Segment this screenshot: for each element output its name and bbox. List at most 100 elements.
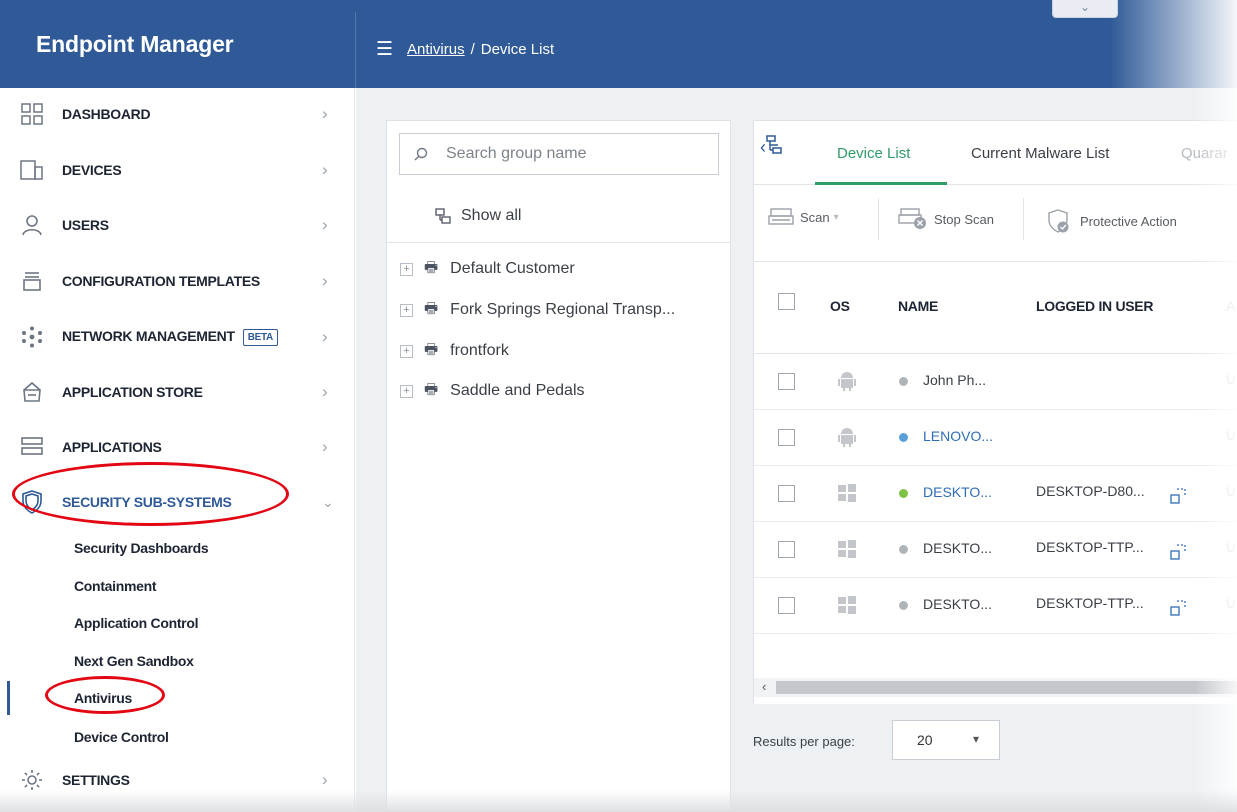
row-checkbox[interactable] <box>778 597 795 614</box>
status-dot <box>899 433 908 442</box>
divider <box>878 198 879 240</box>
device-name: DESKTO... <box>923 596 992 612</box>
tab-device-list[interactable]: Device List <box>837 145 910 162</box>
sidebar-subitem-security-dashboards[interactable]: Security Dashboards <box>74 540 209 556</box>
expand-icon[interactable]: + <box>400 344 413 358</box>
device-name-link[interactable]: DESKTO... <box>923 484 992 500</box>
chevron-down-icon: ⌄ <box>322 493 334 510</box>
row-checkbox[interactable] <box>778 485 795 502</box>
group-search-box <box>399 133 719 175</box>
tab-quarantine[interactable]: Quarar <box>1181 145 1228 162</box>
sidebar-item-network-management[interactable]: NETWORK MANAGEMENT BETA › <box>0 317 355 357</box>
table-row[interactable]: DESKTO... DESKTOP-TTP... U <box>754 522 1237 578</box>
breadcrumb-current: Device List <box>480 41 555 58</box>
horizontal-scrollbar[interactable]: ‹ <box>754 678 1237 697</box>
tree-node[interactable]: + 🖶 frontfork <box>400 340 509 362</box>
remote-user-icon[interactable] <box>1170 488 1186 504</box>
row-checkbox[interactable] <box>778 373 795 390</box>
sidebar-item-settings[interactable]: SETTINGS › <box>0 760 355 800</box>
chevron-right-icon: › <box>322 104 328 123</box>
row-checkbox[interactable] <box>778 541 795 558</box>
show-all-icon <box>435 208 451 224</box>
remote-user-icon[interactable] <box>1170 544 1186 560</box>
top-header: Endpoint Manager ☰ Antivirus / Device Li… <box>0 0 1237 88</box>
sidebar-subitem-application-control[interactable]: Application Control <box>74 615 198 631</box>
sidebar-label-network-management: NETWORK MANAGEMENT BETA <box>62 328 278 346</box>
remote-user-icon[interactable] <box>1170 600 1186 616</box>
stop-scan-label: Stop Scan <box>934 211 994 227</box>
logged-in-user: DESKTOP-TTP... <box>1036 595 1144 611</box>
sidebar-label-dashboard: DASHBOARD <box>62 106 151 122</box>
sidebar-item-users[interactable]: USERS › <box>0 205 355 245</box>
scan-button[interactable]: Scan ▾ <box>768 208 839 226</box>
table-row[interactable]: DESKTO... DESKTOP-D80... U <box>754 466 1237 522</box>
show-all-button[interactable]: Show all <box>435 207 521 225</box>
scrollbar-thumb[interactable] <box>776 681 1237 694</box>
app-title: Endpoint Manager <box>36 30 234 57</box>
tree-toggle-icon[interactable]: ‹ <box>760 135 782 158</box>
server-icon: 🖶 <box>424 258 439 276</box>
hamburger-menu-icon[interactable]: ☰ <box>376 40 393 59</box>
android-icon <box>838 428 856 447</box>
group-search-input[interactable] <box>446 145 706 163</box>
status-dot <box>899 489 908 498</box>
sidebar-label-devices: DEVICES <box>62 162 122 178</box>
tab-bar: ‹ Device List Current Malware List Quara… <box>754 121 1237 185</box>
tree-node[interactable]: + 🖶 Fork Springs Regional Transp... <box>400 299 675 321</box>
sidebar-label-security-sub-systems: SECURITY SUB-SYSTEMS <box>62 494 232 510</box>
tree-node-label: Fork Springs Regional Transp... <box>450 301 676 318</box>
table-row[interactable]: John Ph... U <box>754 354 1237 410</box>
table-row[interactable]: LENOVO... U <box>754 410 1237 466</box>
user-icon <box>20 213 44 237</box>
truncated-cell: U <box>1226 596 1236 611</box>
divider <box>1023 198 1024 240</box>
expand-icon[interactable]: + <box>400 262 413 276</box>
select-all-checkbox[interactable] <box>778 293 795 310</box>
sidebar-label-application-store: APPLICATION STORE <box>62 384 203 400</box>
chevron-right-icon: › <box>322 327 328 346</box>
tree-node[interactable]: + 🖶 Default Customer <box>400 258 575 280</box>
scroll-left-icon[interactable]: ‹ <box>762 679 766 694</box>
beta-badge: BETA <box>242 329 278 346</box>
sidebar-item-applications[interactable]: APPLICATIONS › <box>0 427 355 467</box>
sidebar-item-application-store[interactable]: APPLICATION STORE › <box>0 372 355 412</box>
group-tree-panel: Show all + 🖶 Default Customer + 🖶 Fork S… <box>386 120 731 812</box>
tree-node-label: frontfork <box>450 342 509 359</box>
breadcrumb-separator: / <box>470 41 475 58</box>
truncated-cell: U <box>1226 372 1236 387</box>
header-collapse-tab[interactable]: ⌄ <box>1052 0 1118 18</box>
truncated-cell: U <box>1226 428 1236 443</box>
sidebar-item-security-sub-systems[interactable]: SECURITY SUB-SYSTEMS ⌄ <box>0 482 355 522</box>
row-checkbox[interactable] <box>778 429 795 446</box>
expand-icon[interactable]: + <box>400 384 413 398</box>
sidebar-item-dashboard[interactable]: DASHBOARD › <box>0 94 355 134</box>
protective-action-button[interactable]: Protective Action <box>1046 208 1177 234</box>
column-header-logged-in-user[interactable]: LOGGED IN USER <box>1036 298 1153 314</box>
tab-current-malware-list[interactable]: Current Malware List <box>971 145 1109 162</box>
chevron-right-icon: › <box>322 382 328 401</box>
protective-action-label: Protective Action <box>1080 213 1177 229</box>
sidebar-item-devices[interactable]: DEVICES › <box>0 150 355 190</box>
search-icon <box>414 147 428 161</box>
sidebar-subitem-device-control[interactable]: Device Control <box>74 729 169 745</box>
server-icon: 🖶 <box>424 299 439 317</box>
truncated-cell: U <box>1226 540 1236 555</box>
device-name-link[interactable]: LENOVO... <box>923 428 993 444</box>
truncated-cell: U <box>1226 484 1236 499</box>
sidebar-subitem-containment[interactable]: Containment <box>74 578 157 594</box>
column-header-os[interactable]: OS <box>830 298 850 314</box>
tree-node-label: Default Customer <box>450 260 575 277</box>
column-header-name[interactable]: NAME <box>898 298 938 314</box>
sidebar-subitem-antivirus[interactable]: Antivirus <box>74 690 132 706</box>
status-dot <box>899 601 908 610</box>
expand-icon[interactable]: + <box>400 303 413 317</box>
chevron-down-icon: ▾ <box>973 732 980 746</box>
breadcrumb-antivirus-link[interactable]: Antivirus <box>407 41 465 58</box>
chevron-right-icon: › <box>322 271 328 290</box>
sidebar-item-configuration-templates[interactable]: CONFIGURATION TEMPLATES › <box>0 261 355 301</box>
tree-node[interactable]: + 🖶 Saddle and Pedals <box>400 380 585 402</box>
table-row[interactable]: DESKTO... DESKTOP-TTP... U <box>754 578 1237 634</box>
results-per-page-select[interactable]: 20 ▾ <box>892 720 1000 760</box>
stop-scan-button[interactable]: Stop Scan <box>898 208 994 230</box>
sidebar-subitem-next-gen-sandbox[interactable]: Next Gen Sandbox <box>74 653 194 669</box>
